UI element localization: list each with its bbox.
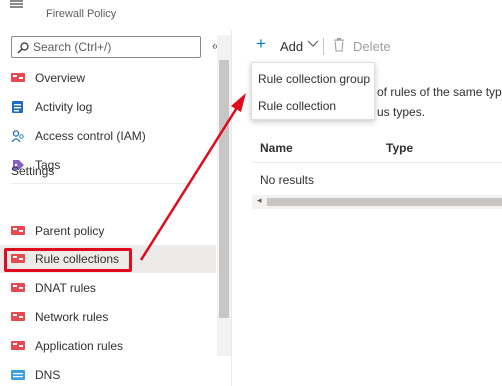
- sidebar-item-dns[interactable]: DNS: [0, 361, 216, 386]
- add-dropdown-menu: Rule collection group Rule collection: [251, 62, 375, 120]
- sidebar-item-label: Activity log: [35, 100, 93, 114]
- sidebar-item-label: DNAT rules: [35, 281, 96, 295]
- section-divider: [11, 183, 197, 184]
- add-button-label: Add: [280, 39, 304, 54]
- empty-state-text: No results: [260, 173, 315, 187]
- application-rules-icon: [11, 341, 25, 350]
- sidebar-item-label: Overview: [35, 71, 86, 85]
- sidebar-item-overview[interactable]: Overview: [0, 64, 216, 92]
- grid-scrollbar-thumb[interactable]: [267, 198, 502, 206]
- firewall-policy-icon: [10, 0, 23, 8]
- grid-horizontal-scrollbar[interactable]: ◂: [252, 195, 502, 209]
- dns-icon: [11, 370, 25, 380]
- overview-icon: [11, 73, 25, 82]
- sidebar-item-activity-log[interactable]: Activity log: [0, 93, 216, 121]
- sidebar-item-dnat-rules[interactable]: DNAT rules: [0, 274, 216, 302]
- grid-header: Name Type: [252, 132, 502, 163]
- trash-icon: [334, 38, 344, 52]
- search-placeholder: Search (Ctrl+/): [33, 40, 112, 54]
- menu-item-rule-collection-group[interactable]: Rule collection group: [258, 72, 370, 86]
- sidebar-item-label: Network rules: [35, 310, 109, 324]
- sidebar-item-label: DNS: [35, 368, 61, 382]
- search-icon: [17, 42, 29, 54]
- sidebar-item-label: Application rules: [35, 339, 124, 353]
- sidebar-item-parent-policy[interactable]: Parent policy: [0, 217, 216, 245]
- dnat-rules-icon: [11, 283, 25, 292]
- scroll-left-icon[interactable]: ◂: [257, 195, 262, 206]
- parent-policy-icon: [11, 226, 25, 235]
- network-rules-icon: [11, 312, 25, 321]
- sidebar-item-label: Access control (IAM): [35, 129, 146, 143]
- menu-item-rule-collection[interactable]: Rule collection: [258, 99, 336, 113]
- search-input[interactable]: Search (Ctrl+/): [11, 36, 201, 58]
- page-subtitle: Firewall Policy: [46, 8, 117, 20]
- sidebar-scrollbar-thumb[interactable]: [219, 60, 229, 318]
- column-header-name[interactable]: Name: [260, 141, 293, 155]
- column-header-type[interactable]: Type: [386, 141, 413, 155]
- description-line-2: us types.: [377, 105, 426, 119]
- section-heading-settings: Settings: [11, 164, 55, 178]
- annotation-highlight-box: [4, 248, 132, 272]
- description-line-1: of rules of the same type: [377, 85, 502, 99]
- activity-log-icon: [12, 101, 23, 113]
- sidebar-item-application-rules[interactable]: Application rules: [0, 332, 216, 360]
- sidebar-item-access-control[interactable]: Access control (IAM): [0, 122, 216, 150]
- delete-button-label: Delete: [353, 39, 391, 54]
- page-description: of rules of the same type us types.: [377, 82, 502, 122]
- sidebar-item-label: Parent policy: [35, 224, 105, 238]
- toolbar-divider: [323, 38, 324, 55]
- sidebar-item-network-rules[interactable]: Network rules: [0, 303, 216, 331]
- page-header: Firewall Policy: [0, 0, 502, 30]
- plus-icon: +: [256, 34, 266, 53]
- iam-icon: [11, 130, 24, 142]
- chevron-down-icon: [307, 37, 319, 52]
- command-bar: + Add Delete: [246, 34, 502, 58]
